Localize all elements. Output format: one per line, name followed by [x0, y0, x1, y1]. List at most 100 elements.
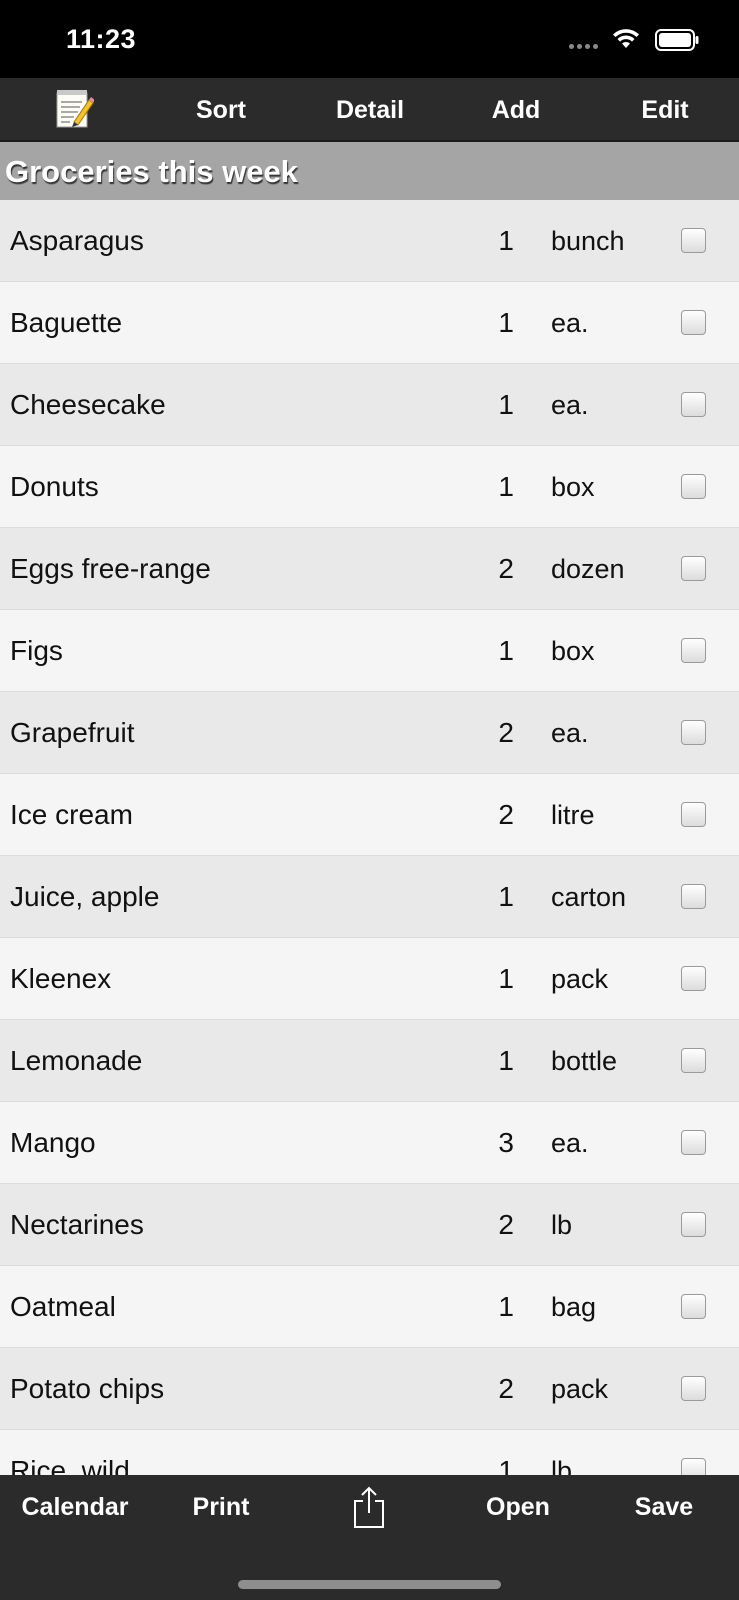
calendar-button[interactable]: Calendar [10, 1475, 140, 1539]
item-unit: ea. [551, 1128, 589, 1158]
item-checkbox[interactable] [681, 802, 706, 827]
item-unit: pack [551, 964, 609, 994]
item-name: Figs [10, 635, 63, 666]
item-quantity: 2 [498, 1373, 514, 1404]
sort-button[interactable]: Sort [176, 78, 266, 142]
item-quantity: 1 [498, 963, 514, 994]
item-quantity: 2 [498, 799, 514, 830]
status-time: 11:23 [66, 24, 137, 54]
item-name: Rice, wild [10, 1455, 130, 1475]
item-quantity: 1 [498, 881, 514, 912]
item-unit: box [551, 636, 595, 666]
item-unit: bottle [551, 1046, 618, 1076]
list-item[interactable]: Asparagus 1 bunch [0, 200, 739, 282]
item-name: Asparagus [10, 225, 144, 256]
item-name: Eggs free-range [10, 553, 211, 584]
bottom-toolbar: Calendar Print Open Save [0, 1475, 739, 1600]
grocery-list[interactable]: Asparagus 1 bunch Baguette 1 ea. Cheesecake 1 ea… [0, 200, 739, 1475]
item-quantity: 1 [498, 389, 514, 420]
item-quantity: 1 [498, 635, 514, 666]
item-checkbox[interactable] [681, 1130, 706, 1155]
edit-button[interactable]: Edit [625, 78, 705, 142]
notepad-pencil-icon[interactable] [54, 88, 94, 130]
item-quantity: 1 [498, 1045, 514, 1076]
save-button[interactable]: Save [622, 1475, 706, 1539]
item-name: Oatmeal [10, 1291, 116, 1322]
item-name: Nectarines [10, 1209, 144, 1240]
item-name: Cheesecake [10, 389, 166, 420]
list-item[interactable]: Nectarines 2 lb [0, 1184, 739, 1266]
item-unit: carton [551, 882, 627, 912]
battery-icon [655, 29, 699, 51]
list-item[interactable]: Donuts 1 box [0, 446, 739, 528]
item-checkbox[interactable] [681, 310, 706, 335]
item-name: Potato chips [10, 1373, 165, 1404]
item-checkbox[interactable] [681, 228, 706, 253]
item-quantity: 1 [498, 1291, 514, 1322]
item-unit: ea. [551, 308, 589, 338]
list-item[interactable]: Oatmeal 1 bag [0, 1266, 739, 1348]
share-icon[interactable] [352, 1485, 386, 1529]
item-name: Grapefruit [10, 717, 135, 748]
item-checkbox[interactable] [681, 1294, 706, 1319]
list-item[interactable]: Figs 1 box [0, 610, 739, 692]
item-unit: pack [551, 1374, 609, 1404]
item-unit: ea. [551, 718, 589, 748]
detail-button[interactable]: Detail [319, 78, 421, 142]
item-quantity: 2 [498, 717, 514, 748]
item-checkbox[interactable] [681, 474, 706, 499]
list-item[interactable]: Kleenex 1 pack [0, 938, 739, 1020]
item-unit: lb [551, 1210, 573, 1240]
list-item[interactable]: Lemonade 1 bottle [0, 1020, 739, 1102]
home-indicator[interactable] [238, 1580, 501, 1589]
top-toolbar: Sort Detail Add Edit [0, 78, 739, 142]
item-quantity: 2 [498, 1209, 514, 1240]
list-item[interactable]: Eggs free-range 2 dozen [0, 528, 739, 610]
item-unit: ea. [551, 390, 589, 420]
item-name: Lemonade [10, 1045, 143, 1076]
list-title: Groceries this week [5, 154, 298, 189]
list-item[interactable]: Rice, wild 1 lb [0, 1430, 739, 1475]
item-unit: bunch [551, 226, 625, 256]
item-checkbox[interactable] [681, 966, 706, 991]
item-unit: dozen [551, 554, 625, 584]
cellular-signal-icon [569, 44, 598, 49]
print-button[interactable]: Print [180, 1475, 262, 1539]
item-checkbox[interactable] [681, 720, 706, 745]
item-name: Juice, apple [10, 881, 160, 912]
list-item[interactable]: Ice cream 2 litre [0, 774, 739, 856]
item-quantity: 1 [498, 471, 514, 502]
add-button[interactable]: Add [476, 78, 556, 142]
list-item[interactable]: Juice, apple 1 carton [0, 856, 739, 938]
item-name: Donuts [10, 471, 99, 502]
list-item[interactable]: Cheesecake 1 ea. [0, 364, 739, 446]
item-checkbox[interactable] [681, 1048, 706, 1073]
item-unit: litre [551, 800, 595, 830]
item-checkbox[interactable] [681, 1376, 706, 1401]
status-bar: 11:23 [0, 0, 739, 78]
item-quantity: 1 [498, 307, 514, 338]
item-name: Ice cream [10, 799, 133, 830]
item-quantity: 1 [498, 1455, 514, 1475]
list-header: Groceries this week [0, 142, 739, 200]
item-checkbox[interactable] [681, 556, 706, 581]
item-name: Baguette [10, 307, 123, 338]
open-button[interactable]: Open [470, 1475, 566, 1539]
item-quantity: 2 [498, 553, 514, 584]
item-checkbox[interactable] [681, 884, 706, 909]
item-unit: bag [551, 1292, 597, 1322]
item-checkbox[interactable] [681, 392, 706, 417]
item-quantity: 1 [498, 225, 514, 256]
item-checkbox[interactable] [681, 1458, 706, 1475]
list-item[interactable]: Mango 3 ea. [0, 1102, 739, 1184]
item-checkbox[interactable] [681, 1212, 706, 1237]
list-item[interactable]: Baguette 1 ea. [0, 282, 739, 364]
item-name: Kleenex [10, 963, 112, 994]
item-unit: lb [551, 1456, 573, 1475]
list-item[interactable]: Grapefruit 2 ea. [0, 692, 739, 774]
item-checkbox[interactable] [681, 638, 706, 663]
list-item[interactable]: Potato chips 2 pack [0, 1348, 739, 1430]
item-quantity: 3 [498, 1127, 514, 1158]
wifi-icon [613, 29, 639, 48]
item-unit: box [551, 472, 595, 502]
